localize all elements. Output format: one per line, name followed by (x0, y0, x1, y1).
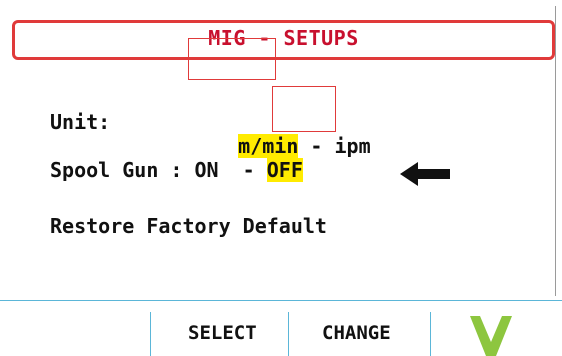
device-screen: MIG - SETUPS Unit: m/min - ipm Spool Gun… (0, 0, 562, 356)
footer-separator (288, 312, 289, 356)
unit-separator: - (298, 134, 335, 158)
unit-label: Unit: (50, 110, 111, 134)
select-button[interactable]: SELECT (188, 322, 257, 344)
restore-factory-default[interactable]: Restore Factory Default (50, 214, 327, 238)
unit-option-m-min[interactable]: m/min (238, 134, 299, 158)
spool-gun-label: Spool Gun : ON - (50, 158, 267, 182)
change-button[interactable]: CHANGE (322, 322, 391, 344)
footer-divider (0, 300, 562, 301)
spool-gun-row[interactable]: Spool Gun : ON - OFF (50, 158, 303, 182)
annotation-box-title (188, 38, 276, 80)
footer-separator (430, 312, 431, 356)
footer-separator (150, 312, 151, 356)
spool-gun-option-off[interactable]: OFF (266, 158, 303, 182)
page-title: MIG - SETUPS (208, 26, 359, 50)
checkmark-icon[interactable] (470, 310, 512, 356)
arrow-left-icon (400, 162, 450, 186)
unit-option-ipm[interactable]: ipm (335, 134, 371, 158)
